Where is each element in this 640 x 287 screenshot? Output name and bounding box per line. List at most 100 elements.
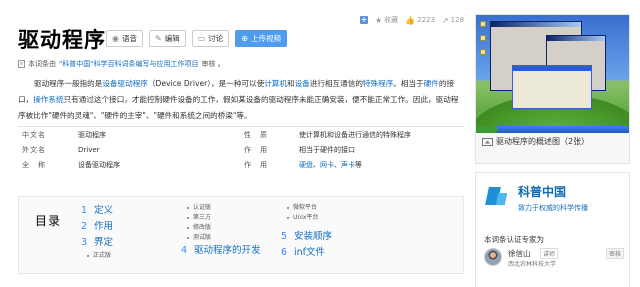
review-note-prefix: 本词条由 [28,60,56,68]
catalog-subitem[interactable]: 测试版 [181,233,261,243]
kepu-brand[interactable]: 科普中国 致力于权威的科学传播 [482,181,588,213]
summary-text: 。相当于 [393,79,424,88]
catalog-item-label: inf文件 [294,247,326,258]
basic-info-value-link[interactable]: 硬盘 [299,161,313,169]
share-count: 128 [450,16,465,24]
catalog-subitem[interactable]: 第三方 [181,213,261,223]
catalog-subitem[interactable]: 认证版 [181,203,261,213]
speaker-icon: ◉ [112,34,119,43]
voice-button[interactable]: ◉ 语音 [106,30,143,47]
catalog: 目录 1 定义 2 作用 3 界定 正式版 认证版 第三方 修改版 测试版 4 驱动程序的开发 微软平… [18,196,464,274]
collect-label: 收藏 [384,16,399,24]
document-icon: ≡ [18,60,25,68]
summary-link[interactable]: 特殊程序 [363,79,393,88]
edit-button[interactable]: ✎ 编辑 [148,30,186,47]
basic-info-value-text: 、 [334,160,341,169]
catalog-item[interactable]: 3 界定 [81,235,113,251]
catalog-item[interactable]: 5 安装顺序 [281,229,332,245]
catalog-item-label: 作用 [94,221,114,232]
summary-link[interactable]: 计算机 [264,79,287,88]
basic-info-row: 中文名 驱动程序 性 质 使计算机和设备进行通信的特殊程序 [18,127,464,142]
catalog-item-label: 安装顺序 [294,231,333,242]
basic-info-row: 全 称设备驱动程序作 用硬盘、网卡、声卡等 [18,157,464,172]
expert-name[interactable]: 徐信山 [508,248,531,259]
catalog-subitem[interactable]: 正式版 [81,251,113,261]
star-icon: ★ [375,15,383,25]
catalog-item[interactable]: 2 作用 [81,219,113,235]
image-icon [482,137,493,146]
share-icon: ↗ [441,15,449,25]
page-title: 驱动程序 [18,28,106,52]
basic-info-table: 中文名 驱动程序 性 质 使计算机和设备进行通信的特殊程序 外文名 Driver 作 用 相当… [18,126,464,172]
basic-info-value: 驱动程序 [78,130,106,139]
catalog-item-number: 2 [81,221,88,232]
kepu-slogan: 致力于权威的科学传播 [518,204,588,212]
desktop-icon [480,35,486,41]
collect-action[interactable]: ★ 收藏 [375,15,398,25]
review-project-link[interactable]: "科普中国"科学百科词条编写与应用工作项目 [59,59,198,69]
basic-info-value-text: 等 [355,160,362,169]
like-count: 2223 [417,16,435,24]
basic-info-key: 外文名 [22,145,46,154]
upload-video-label: 上传视频 [250,34,281,43]
desktop-icon [480,21,486,27]
catalog-item-label: 界定 [94,237,114,248]
avatar[interactable] [484,248,502,266]
review-note: ≡ 本词条由 "科普中国"科学百科词条编写与应用工作项目 审核 。 [18,59,225,69]
basic-info-value-text: 、 [313,160,320,169]
summary-link[interactable]: 硬件 [424,79,439,88]
catalog-subitem[interactable]: 修改版 [181,223,261,233]
like-action[interactable]: 👍 2223 [405,16,435,25]
taskbar [476,126,629,133]
basic-info-value: 设备驱动程序 [78,160,120,169]
driver-overview-screenshot[interactable] [476,15,629,133]
summary-text: 和 [286,79,295,88]
summary-link[interactable]: 操作系统 [33,95,63,104]
catalog-item-number: 6 [281,247,288,258]
catalog-item-number: 4 [181,245,188,256]
catalog-column-1: 1 定义 2 作用 3 界定 正式版 [81,203,113,261]
kepu-name: 科普中国 [518,185,567,199]
review-note-suffix: 审核 。 [201,60,225,68]
catalog-column-3: 微软平台 Unix平台 5 安装顺序 6 inf文件 [281,203,332,261]
expert-person[interactable]: 徐信山 讲师 审核 西北农林科技大学 [484,248,624,268]
basic-info-value-link[interactable]: 网卡 [320,161,334,169]
basic-info-value-link[interactable]: 声卡 [341,161,355,169]
discuss-label: 讨论 [208,34,224,43]
summary-text: 只有通过这个接口，才能控制硬件设备的工作，假如某设备的驱动程序未能正确安装，便不… [18,95,459,120]
catalog-item-number: 5 [281,231,288,242]
catalog-item-label: 驱动程序的开发 [194,245,261,256]
discuss-button[interactable]: ▭ 讨论 [191,30,230,47]
upload-video-button[interactable]: ⊕ 上传视频 [235,30,287,47]
gallery-caption[interactable]: 驱动程序的概述图（2张） [482,136,589,147]
chat-icon: ▭ [197,34,206,43]
catalog-subitem[interactable]: Unix平台 [281,213,332,223]
catalog-item[interactable]: 4 驱动程序的开发 [181,243,261,259]
summary-text: （Device Driver），是一种可以使 [147,79,265,88]
basic-info-value: 硬盘、网卡、声卡等 [299,160,464,170]
basic-info-key: 作 用 [244,145,268,154]
basic-info-value: 使计算机和设备进行通信的特殊程序 [299,130,464,140]
gallery-caption-text: 驱动程序的概述图（2张） [496,137,590,146]
summary-link[interactable]: 设备 [295,79,310,88]
add-action[interactable]: + [360,16,368,24]
basic-info-value: 相当于硬件的接口 [299,145,464,155]
top-action-bar: + ★ 收藏 👍 2223 ↗ 128 [360,13,478,27]
summary-text: 进行相互通信的 [309,79,363,88]
thumbs-up-icon: 👍 [405,15,416,25]
wizard-dialog [512,65,592,109]
audit-badge: 审核 [605,248,624,259]
catalog-item[interactable]: 6 inf文件 [281,245,332,261]
title-button-row: ◉ 语音 ✎ 编辑 ▭ 讨论 ⊕ 上传视频 [106,30,287,47]
right-sidebar: 驱动程序的概述图（2张） 科普中国 致力于权威的科学传播 本词条认证专家为 徐信… [475,14,630,287]
upload-icon: ⊕ [241,34,248,43]
catalog-item[interactable]: 1 定义 [81,203,113,219]
catalog-subitem[interactable]: 微软平台 [281,203,332,213]
basic-info-key: 全 称 [22,160,46,169]
expert-card: 科普中国 致力于权威的科学传播 本词条认证专家为 徐信山 讲师 审核 西北农林科… [475,172,630,287]
summary-link[interactable]: 设备驱动程序 [102,79,148,88]
share-action[interactable]: ↗ 128 [442,16,464,25]
plus-icon: + [360,15,368,24]
image-gallery[interactable]: 驱动程序的概述图（2张） [475,14,630,164]
basic-info-value-text: 使计算机和设备进行通信的特殊程序 [299,130,411,139]
